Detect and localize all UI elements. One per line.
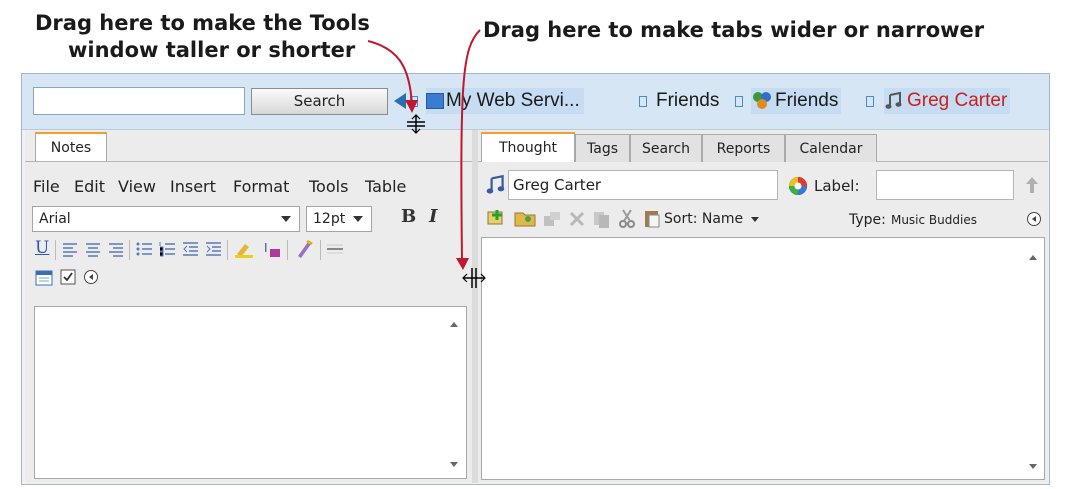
breadcrumb-label: Friends [656, 90, 720, 111]
breadcrumb-friends-group[interactable]: Friends [751, 88, 842, 114]
top-toolbar: Search My Web Servi... Friends Friends G… [22, 74, 1049, 130]
checkbox-icon[interactable] [60, 269, 76, 285]
breadcrumb-separator-icon [410, 96, 418, 107]
underline-button[interactable]: U [35, 238, 49, 258]
toolbar-separator [129, 240, 130, 260]
label-caption: Label: [814, 177, 860, 195]
app-window: Search My Web Servi... Friends Friends G… [21, 73, 1050, 485]
tab-divider [25, 161, 472, 162]
italic-button[interactable]: I [429, 206, 437, 227]
font-select[interactable]: Arial [32, 206, 300, 232]
numbered-list-icon[interactable] [159, 241, 176, 257]
font-value: Arial [39, 211, 71, 227]
tab-thought[interactable]: Thought [481, 132, 575, 162]
scroll-down-arrow[interactable] [450, 462, 458, 467]
back-arrow-icon[interactable] [394, 93, 406, 109]
chevron-down-icon [353, 216, 363, 222]
web-service-icon [426, 92, 444, 109]
scroll-up-arrow[interactable] [1029, 255, 1037, 260]
scroll-down-arrow[interactable] [1029, 464, 1037, 469]
menu-edit[interactable]: Edit [74, 173, 105, 201]
breadcrumb-label: Greg Carter [907, 90, 1008, 111]
paste-icon[interactable] [643, 208, 661, 228]
svg-text:I: I [264, 241, 268, 255]
tab-notes[interactable]: Notes [35, 132, 107, 162]
outdent-icon[interactable] [182, 241, 199, 257]
thought-name-field[interactable]: Greg Carter [508, 170, 778, 200]
bullet-list-icon[interactable] [136, 241, 153, 257]
folder-icon[interactable] [514, 208, 536, 228]
add-thought-icon[interactable] [486, 208, 508, 228]
annotation-tabs-resize: Drag here to make tabs wider or narrower [483, 18, 985, 42]
breadcrumb-separator-icon [866, 96, 874, 107]
more-options-icon[interactable] [83, 269, 99, 285]
menu-format[interactable]: Format [233, 173, 289, 201]
calendar-icon[interactable] [35, 269, 53, 286]
tabs-pane: Thought Tags Search Reports Calendar Gre… [478, 130, 1048, 483]
sort-dropdown[interactable]: Sort: Name [664, 209, 759, 229]
chevron-down-icon [281, 216, 291, 222]
toolbar-separator [55, 240, 56, 260]
horizontal-rule-icon[interactable] [327, 242, 343, 256]
notes-editor[interactable] [34, 306, 467, 479]
toolbar-separator [320, 240, 321, 260]
more-options-icon[interactable] [1026, 211, 1042, 227]
clear-format-icon[interactable] [295, 239, 315, 259]
size-value: 12pt [313, 211, 346, 227]
label-input[interactable] [876, 170, 1014, 200]
align-center-icon[interactable] [85, 241, 101, 257]
thought-content-area[interactable] [481, 237, 1045, 480]
bold-button[interactable]: B [401, 206, 416, 227]
scroll-up-arrow[interactable] [450, 322, 458, 327]
search-input[interactable] [33, 87, 245, 115]
breadcrumb-label: Friends [775, 90, 839, 111]
annotation-tools-line1: Drag here to make the Tools [35, 11, 370, 35]
menu-insert[interactable]: Insert [170, 173, 216, 201]
breadcrumb-separator-icon [735, 96, 743, 107]
menu-tools[interactable]: Tools [309, 173, 348, 201]
music-note-icon [885, 91, 902, 109]
highlight-icon[interactable] [234, 240, 254, 258]
menu-file[interactable]: File [33, 173, 60, 201]
type-value: Music Buddies [890, 213, 977, 227]
breadcrumb-my-web-services[interactable]: My Web Servi... [426, 88, 584, 114]
text-color-icon[interactable]: I [262, 240, 282, 258]
up-arrow-icon[interactable] [1025, 176, 1039, 194]
tab-reports[interactable]: Reports [702, 134, 785, 162]
tab-search[interactable]: Search [630, 134, 702, 162]
toolbar-separator [227, 240, 228, 260]
breadcrumb-separator-icon [639, 96, 647, 107]
align-right-icon[interactable] [108, 241, 124, 257]
menu-view[interactable]: View [118, 173, 156, 201]
tab-calendar[interactable]: Calendar [785, 134, 877, 162]
notes-menubar: File Edit View Insert Format Tools Table [33, 173, 472, 201]
breadcrumb-friends[interactable]: Friends [656, 88, 719, 114]
color-wheel-icon[interactable] [788, 176, 808, 196]
breadcrumb-greg-carter[interactable]: Greg Carter [884, 88, 1011, 114]
tab-tags[interactable]: Tags [575, 134, 630, 162]
music-note-icon [486, 174, 505, 194]
sort-label: Sort: Name [664, 211, 744, 227]
search-button[interactable]: Search [251, 88, 388, 115]
breadcrumb-label: My Web Servi... [446, 90, 580, 111]
menu-table[interactable]: Table [365, 173, 406, 201]
type-indicator: Type: Music Buddies [849, 209, 977, 230]
align-left-icon[interactable] [62, 241, 78, 257]
chevron-down-icon [750, 216, 759, 222]
indent-icon[interactable] [205, 241, 222, 257]
thought-name-value: Greg Carter [513, 176, 602, 194]
tools-pane: Notes File Edit View Insert Format Tools… [25, 130, 472, 483]
cut-icon[interactable] [618, 209, 636, 229]
annotation-tools-line2: window taller or shorter [68, 38, 356, 62]
size-select[interactable]: 12pt [306, 206, 372, 232]
friends-group-icon [753, 91, 771, 109]
toolbar-separator [287, 240, 288, 260]
annotation-tools-resize: Drag here to make the Tools window talle… [35, 10, 370, 64]
delete-icon[interactable] [568, 210, 586, 228]
type-label: Type: [849, 212, 886, 228]
link-icon[interactable] [542, 210, 562, 228]
copy-icon[interactable] [592, 209, 612, 229]
